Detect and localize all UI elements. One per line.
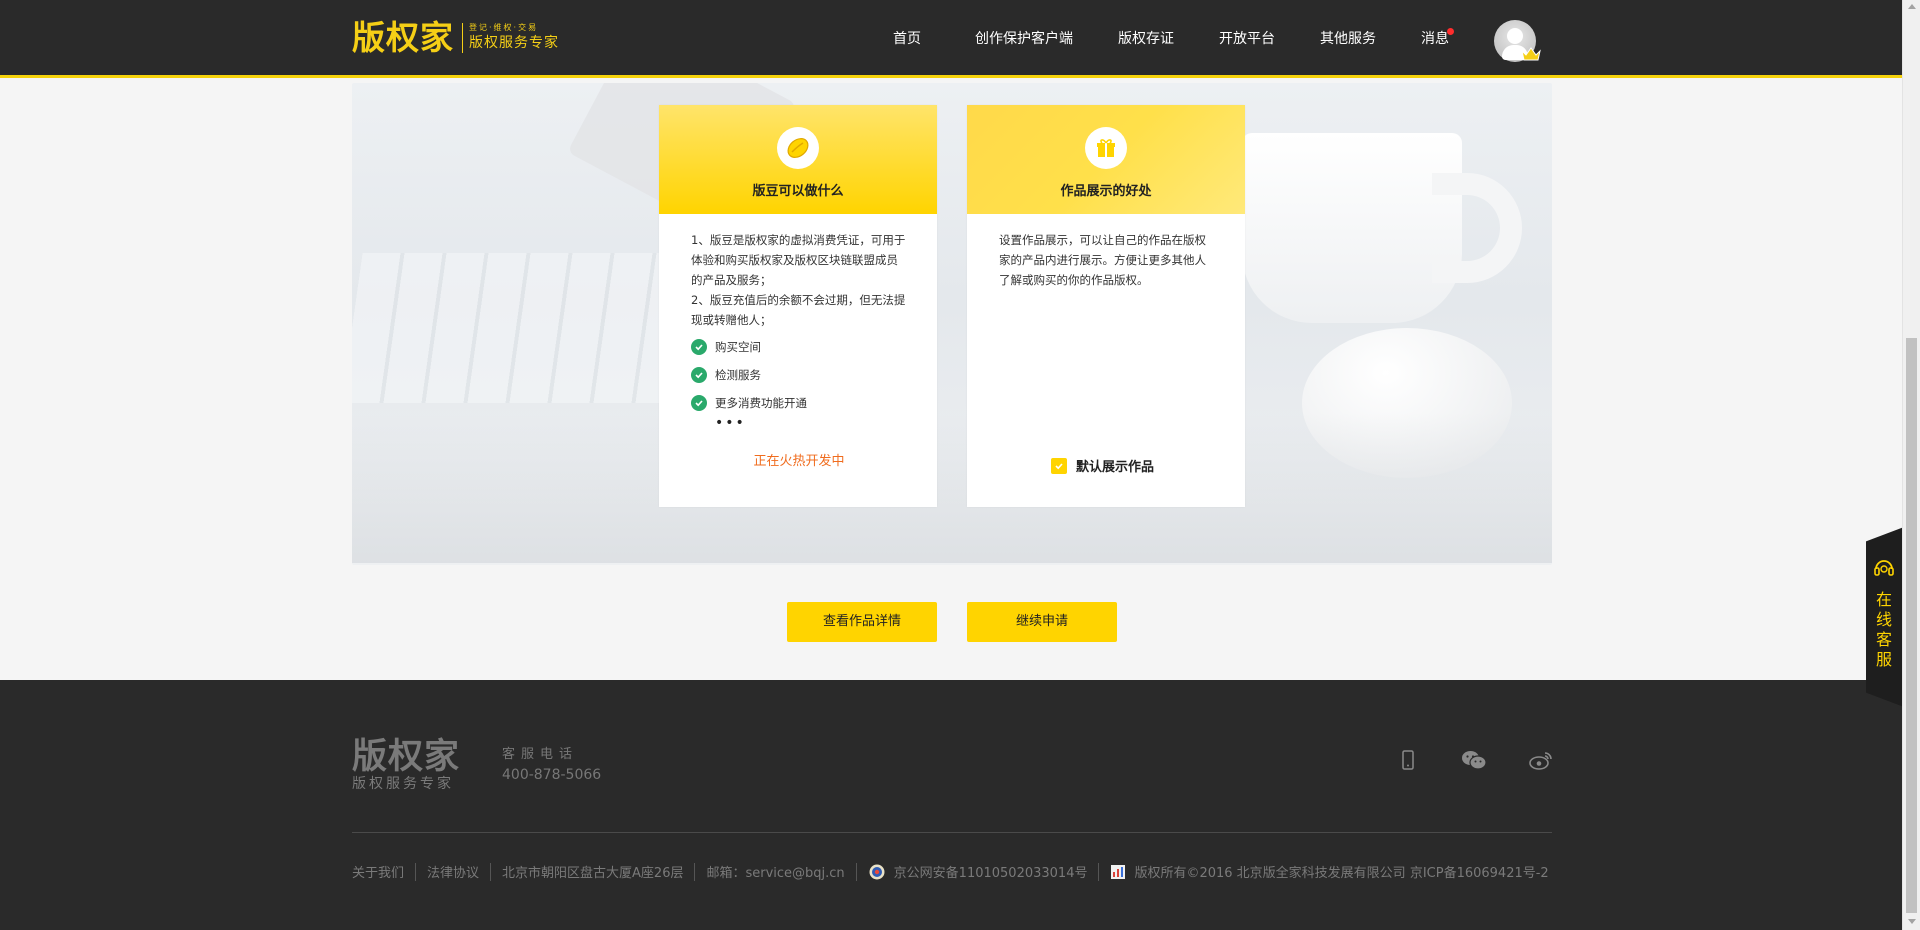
nav-message[interactable]: 消息 — [1421, 29, 1449, 49]
brand-logo[interactable]: 版权家 登记·维权·交易 版权服务专家 — [352, 20, 559, 56]
logo-tags: 登记·维权·交易 — [469, 23, 539, 32]
crown-icon — [1521, 47, 1541, 61]
showcase-desc: 设置作品展示，可以让自己的作品在版权家的产品内进行展示。方便让更多其他人了解或购… — [999, 233, 1206, 287]
showcase-card-body: 设置作品展示，可以让自己的作品在版权家的产品内进行展示。方便让更多其他人了解或购… — [967, 214, 1245, 290]
legal-link[interactable]: 法律协议 — [427, 862, 479, 881]
nav-open-platform[interactable]: 开放平台 — [1219, 29, 1275, 49]
footer-logo[interactable]: 版权家 版权服务专家 — [352, 738, 460, 792]
copyright-doc-icon — [1111, 864, 1126, 879]
divider — [415, 862, 417, 881]
footer-logo-subtitle: 版权服务专家 — [352, 776, 454, 792]
divider — [855, 862, 857, 881]
phone-number: 400-878-5066 — [502, 767, 602, 783]
police-record-link[interactable]: 京公网安备11010502033014号 — [894, 862, 1088, 881]
scroll-thumb[interactable] — [1906, 338, 1917, 913]
phone-label: 客服电话 — [502, 747, 579, 762]
page-scrollbar[interactable] — [1902, 0, 1920, 930]
beans-card-title: 版豆可以做什么 — [752, 184, 844, 199]
list-item: 检测服务 — [691, 364, 907, 386]
nav-other-services[interactable]: 其他服务 — [1320, 29, 1376, 49]
bg-cup — [1242, 133, 1462, 323]
customer-service-phone: 客服电话 400-878-5066 — [502, 746, 601, 786]
scroll-up-arrow-icon[interactable] — [1908, 4, 1916, 9]
online-service-label[interactable]: 在线客服 — [1874, 590, 1894, 670]
showcase-card-header: 作品展示的好处 — [967, 105, 1245, 214]
continue-apply-button[interactable]: 继续申请 — [967, 602, 1117, 642]
beans-desc-1: 1、版豆是版权家的虚拟消费凭证，可用于体验和购买版权家及版权区块链联盟成员的产品… — [691, 233, 906, 287]
logo-text: 版权家 — [352, 18, 454, 57]
beans-card-header: 版豆可以做什么 — [659, 105, 937, 214]
bg-shadow — [352, 413, 1552, 563]
more-ellipsis: ••• — [715, 415, 746, 431]
beans-item-label: 购买空间 — [715, 340, 761, 354]
about-link[interactable]: 关于我们 — [352, 862, 404, 881]
showcase-info-card: 作品展示的好处 设置作品展示，可以让自己的作品在版权家的产品内进行展示。方便让更… — [967, 105, 1245, 507]
mobile-icon[interactable] — [1402, 750, 1414, 770]
default-show-label: 默认展示作品 — [1076, 460, 1155, 475]
list-item: 更多消费功能开通 — [691, 392, 907, 414]
weibo-icon[interactable] — [1529, 750, 1553, 770]
beans-card-body: 1、版豆是版权家的虚拟消费凭证，可用于体验和购买版权家及版权区块链联盟成员的产品… — [659, 214, 937, 472]
bg-cup-handle — [1432, 173, 1522, 283]
nav-evidence[interactable]: 版权存证 — [1118, 29, 1174, 49]
logo-side: 登记·维权·交易 版权服务专家 — [462, 23, 559, 53]
checkbox-checked-icon[interactable] — [1051, 457, 1067, 474]
scroll-down-arrow-icon[interactable] — [1908, 919, 1916, 924]
headset-icon[interactable] — [1872, 556, 1896, 580]
showcase-card-title: 作品展示的好处 — [1060, 184, 1152, 199]
in-development-note: 正在火热开发中 — [753, 454, 845, 469]
wechat-icon[interactable] — [1461, 750, 1487, 770]
nav-home[interactable]: 首页 — [893, 29, 921, 49]
default-show-checkbox[interactable]: 默认展示作品 — [1051, 456, 1154, 475]
divider — [694, 862, 696, 881]
beans-info-card: 版豆可以做什么 1、版豆是版权家的虚拟消费凭证，可用于体验和购买版权家及版权区块… — [659, 105, 937, 507]
footer-divider — [352, 832, 1552, 833]
view-detail-button[interactable]: 查看作品详情 — [787, 602, 937, 642]
check-icon — [691, 339, 707, 355]
divider — [490, 862, 492, 881]
beans-item-label: 检测服务 — [715, 368, 761, 382]
gift-icon — [1085, 127, 1127, 169]
list-item: 购买空间 — [691, 336, 907, 358]
check-icon — [691, 367, 707, 383]
hero-background — [352, 83, 1552, 565]
top-navbar: 版权家 登记·维权·交易 版权服务专家 首页 创作保护客户端 版权存证 开放平台… — [0, 0, 1902, 78]
check-icon — [691, 395, 707, 411]
nav-client[interactable]: 创作保护客户端 — [975, 29, 1073, 49]
divider — [1098, 862, 1100, 881]
avatar[interactable] — [1494, 20, 1541, 62]
beans-item-label: 更多消费功能开通 — [715, 396, 807, 410]
footer-logo-text: 版权家 — [352, 737, 461, 777]
footer-links: 关于我们 法律协议 北京市朝阳区盘古大厦A座26层 邮箱：service@bqj… — [352, 862, 1549, 881]
avatar-head — [1507, 28, 1523, 44]
police-badge-icon — [869, 864, 885, 879]
bean-icon — [777, 127, 819, 169]
address-text: 北京市朝阳区盘古大厦A座26层 — [502, 866, 684, 881]
beans-desc-2: 2、版豆充值后的余额不会过期，但无法提现或转赠他人； — [691, 293, 906, 327]
unread-dot — [1447, 28, 1454, 35]
copyright-text: 版权所有©2016 北京版全家科技发展有限公司 京ICP备16069421号-2 — [1134, 866, 1549, 881]
logo-subtitle: 版权服务专家 — [469, 35, 559, 51]
site-footer: 版权家 版权服务专家 客服电话 400-878-5066 关于我们 法律协议 北… — [0, 680, 1902, 930]
email-text: 邮箱：service@bqj.cn — [706, 866, 845, 881]
